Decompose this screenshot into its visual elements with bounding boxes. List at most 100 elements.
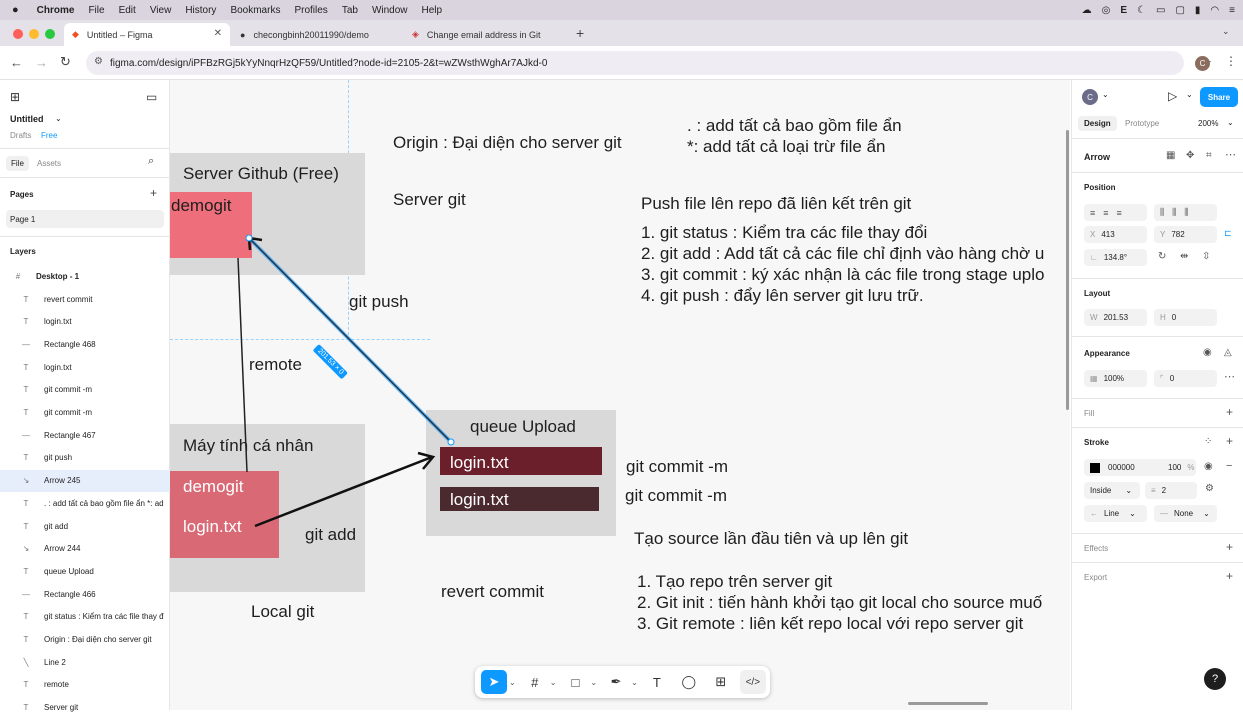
horizontal-scrollbar[interactable] [908, 702, 988, 705]
toggle-sidebar-icon[interactable]: ▭ [146, 90, 157, 104]
menu-file[interactable]: File [88, 5, 104, 16]
opacity-field[interactable]: ▦ 100% [1084, 370, 1147, 387]
frame-tool-button[interactable]: # [522, 670, 548, 694]
zoom-level[interactable]: 200% [1198, 119, 1218, 128]
layer-row[interactable]: Trevert commit [0, 288, 170, 310]
user-avatar[interactable]: C [1082, 89, 1098, 105]
menu-edit[interactable]: Edit [119, 5, 136, 16]
text-tool-button[interactable]: T [644, 670, 670, 694]
stroke-color-field[interactable]: 000000 100 % [1084, 459, 1196, 476]
layer-row[interactable]: Tremote [0, 674, 170, 696]
add-effect-icon[interactable]: + [1226, 540, 1233, 554]
close-tab-icon[interactable]: ✕ [214, 28, 222, 39]
keyboard-icon[interactable]: ▭ [1156, 5, 1165, 16]
apple-icon[interactable]: ● [12, 4, 19, 16]
remove-stroke-icon[interactable]: − [1226, 460, 1232, 472]
constraints-icon[interactable]: ⊏ [1224, 228, 1232, 239]
add-export-icon[interactable]: + [1226, 569, 1233, 583]
x-position-field[interactable]: X 413 [1084, 226, 1147, 243]
figma-menu-icon[interactable]: ⊞ [10, 90, 20, 104]
close-window-button[interactable] [13, 29, 23, 39]
page-item-1[interactable]: Page 1 [6, 210, 164, 228]
height-field[interactable]: H0 [1154, 309, 1217, 326]
chevron-down-icon[interactable]: ⌄ [1102, 90, 1109, 99]
layer-row[interactable]: ↘ Arrow 245 [0, 469, 170, 492]
remote-line[interactable] [237, 257, 248, 473]
layer-row[interactable]: — Rectangle 466 [0, 583, 170, 605]
style-grid-icon[interactable]: ⁘ [1204, 436, 1212, 447]
actions-tool-button[interactable]: ⊞ [708, 670, 734, 694]
flip-vertical-icon[interactable]: ⇳ [1202, 251, 1210, 262]
reload-icon[interactable]: ↻ [60, 54, 71, 70]
back-icon[interactable]: ← [10, 55, 23, 70]
kebab-menu-icon[interactable]: ⋮ [1225, 54, 1237, 68]
battery-icon[interactable]: ▮ [1195, 5, 1201, 16]
share-button[interactable]: Share [1200, 87, 1238, 107]
url-field[interactable]: ⚙ figma.com/design/iPFBzRGj5kYyNnqrHzQF5… [86, 51, 1212, 75]
start-cap-select[interactable]: ← Line ⌄ [1084, 505, 1147, 522]
pen-tool-button[interactable]: ✒ [603, 670, 629, 694]
layout-grid-icon[interactable]: ▦ [1166, 150, 1175, 161]
tab-assets[interactable]: Assets [37, 159, 61, 168]
move-tool-button[interactable]: ➤ [481, 670, 507, 694]
menu-window[interactable]: Window [372, 5, 408, 16]
tab-github[interactable]: ● checongbinh20011990/demo [232, 23, 402, 46]
arrow-handle-end[interactable] [447, 438, 455, 446]
mic-icon[interactable]: ◎ [1102, 5, 1111, 16]
crop-icon[interactable]: ⌗ [1206, 150, 1212, 161]
stroke-position-select[interactable]: Inside ⌄ [1084, 482, 1140, 499]
menu-history[interactable]: History [185, 5, 216, 16]
tab-search-icon[interactable]: ⌄ [1222, 26, 1230, 37]
arrow-handle-start[interactable] [245, 234, 253, 242]
profile-avatar[interactable]: C [1195, 56, 1210, 71]
moon-icon[interactable]: ☾ [1137, 5, 1146, 16]
new-tab-button[interactable]: + [576, 25, 584, 41]
y-position-field[interactable]: Y 782 [1154, 226, 1217, 243]
shape-tool-button[interactable]: □ [562, 670, 588, 694]
dev-mode-button[interactable]: </> [739, 670, 766, 694]
layer-row[interactable]: — Rectangle 467 [0, 424, 170, 446]
flip-horizontal-icon[interactable]: ⇹ [1180, 251, 1188, 262]
chevron-down-icon[interactable]: ⌄ [509, 678, 516, 687]
layer-row[interactable]: Tgit status : Kiểm tra các file thay đ [0, 606, 170, 628]
vertical-scrollbar[interactable] [1066, 130, 1069, 410]
git-add-arrow[interactable] [254, 455, 433, 528]
tab-git-email[interactable]: ◈ Change email address in Git [404, 23, 572, 46]
file-title[interactable]: Untitled [10, 114, 44, 124]
stroke-swatch[interactable] [1090, 462, 1100, 473]
layer-row[interactable]: Tlogin.txt [0, 311, 170, 333]
component-icon[interactable]: ✥ [1186, 150, 1194, 161]
search-icon[interactable]: ⌕ [148, 155, 154, 168]
stroke-weight-field[interactable]: ≡ 2 [1145, 482, 1197, 499]
eye-icon[interactable]: ◉ [1203, 347, 1212, 358]
add-page-icon[interactable]: + [150, 186, 157, 200]
add-stroke-icon[interactable]: + [1226, 434, 1233, 448]
comment-tool-button[interactable]: ◯ [676, 670, 702, 694]
layer-row[interactable]: Tgit add [0, 515, 170, 537]
corner-radius-field[interactable]: ⌜ 0 [1154, 370, 1217, 387]
blend-mode-icon[interactable]: ◬ [1224, 347, 1232, 358]
chevron-down-icon[interactable]: ⌄ [550, 678, 557, 687]
rotate-icon[interactable]: ↻ [1158, 251, 1166, 262]
layer-row[interactable]: T Origin : Đại diện cho server git [0, 629, 170, 651]
menu-help[interactable]: Help [422, 5, 443, 16]
cloud-icon[interactable]: ☁ [1082, 5, 1092, 16]
minimize-window-button[interactable] [29, 29, 39, 39]
end-cap-select[interactable]: — None ⌄ [1154, 505, 1217, 522]
layer-row[interactable]: Tgit commit -m [0, 402, 170, 424]
chevron-down-icon[interactable]: ⌄ [1227, 118, 1234, 127]
tab-figma[interactable]: ◆ Untitled – Figma ✕ [64, 23, 230, 46]
tab-design[interactable]: Design [1078, 116, 1117, 131]
layer-row[interactable]: Tlogin.txt [0, 356, 170, 378]
width-field[interactable]: W 201.53 [1084, 309, 1147, 326]
drafts-label[interactable]: Drafts [10, 131, 31, 140]
menu-profiles[interactable]: Profiles [294, 5, 327, 16]
screen-icon[interactable]: ▢ [1175, 5, 1184, 16]
plan-badge[interactable]: Free [41, 131, 57, 140]
site-info-icon[interactable]: ⚙ [94, 56, 103, 67]
layer-row[interactable]: ╲ Line 2 [0, 651, 170, 673]
layer-row[interactable]: Tqueue Upload [0, 560, 170, 582]
menu-chrome[interactable]: Chrome [37, 5, 75, 16]
tab-prototype[interactable]: Prototype [1125, 119, 1159, 128]
design-canvas[interactable]: Server Github (Free) demogit Origin : Đạ… [170, 80, 1070, 710]
